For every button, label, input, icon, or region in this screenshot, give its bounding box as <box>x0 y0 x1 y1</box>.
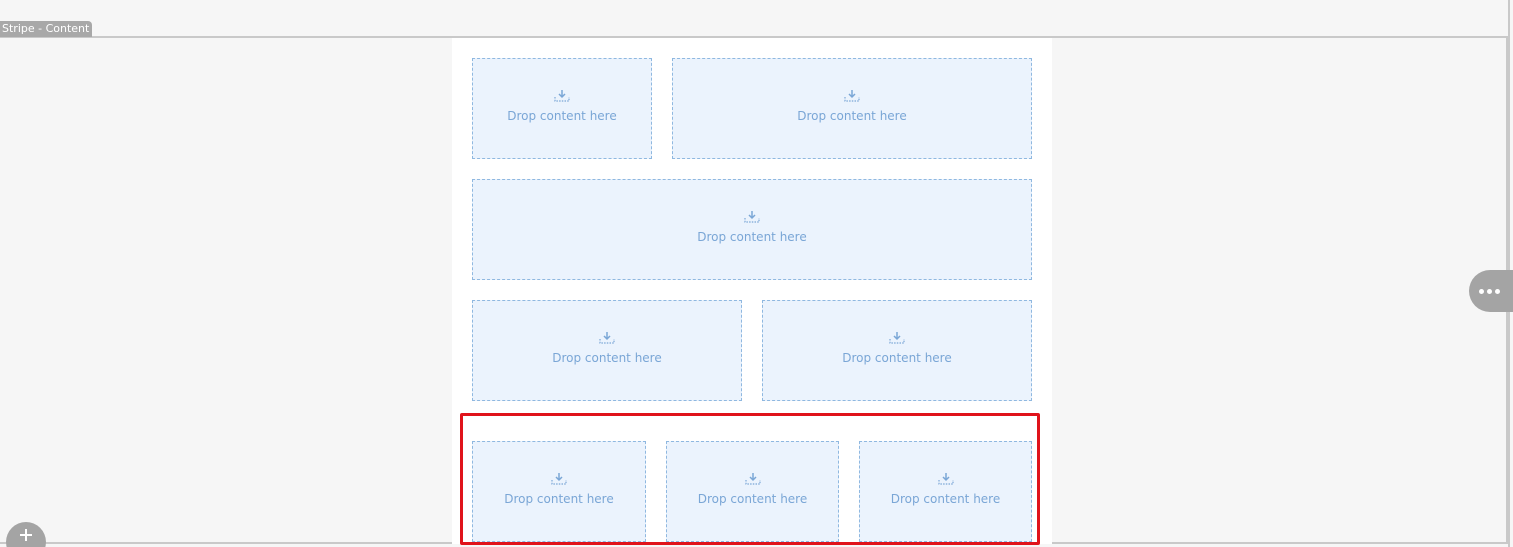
dropzone-label: Drop content here <box>504 491 614 506</box>
dropzone-row1-col2[interactable]: Drop content here <box>672 58 1032 159</box>
dropzone-row1-col1[interactable]: Drop content here <box>472 58 652 159</box>
drop-download-icon <box>744 210 760 223</box>
dropzone-row4-col3[interactable]: Drop content here <box>859 441 1032 542</box>
dropzone-row3-col1[interactable]: Drop content here <box>472 300 742 401</box>
dropzone-label: Drop content here <box>697 229 807 244</box>
drop-download-icon <box>844 89 860 102</box>
dropzone-row3-col2[interactable]: Drop content here <box>762 300 1032 401</box>
drop-download-icon <box>554 89 570 102</box>
more-horizontal-icon <box>1478 288 1500 294</box>
drop-download-icon <box>889 331 905 344</box>
stripe-tab-label[interactable]: Stripe - Content <box>0 21 93 37</box>
drop-download-icon <box>551 472 567 485</box>
dropzone-row2-col1[interactable]: Drop content here <box>472 179 1032 280</box>
drop-download-icon <box>599 331 615 344</box>
dropzone-label: Drop content here <box>552 350 662 365</box>
dropzone-label: Drop content here <box>797 108 907 123</box>
editor-canvas: Stripe - Content Drop content here Drop … <box>0 0 1513 547</box>
plus-icon <box>20 529 32 541</box>
dropzone-row4-col2[interactable]: Drop content here <box>666 441 839 542</box>
dropzone-label: Drop content here <box>697 491 808 506</box>
dropzone-label: Drop content here <box>890 491 1001 506</box>
dropzone-label: Drop content here <box>842 350 952 365</box>
stripe-options-button[interactable] <box>1469 270 1513 312</box>
dropzone-row4-col1[interactable]: Drop content here <box>472 441 646 542</box>
drop-download-icon <box>937 472 954 485</box>
dropzone-label: Drop content here <box>507 108 617 123</box>
drop-download-icon <box>744 472 761 485</box>
